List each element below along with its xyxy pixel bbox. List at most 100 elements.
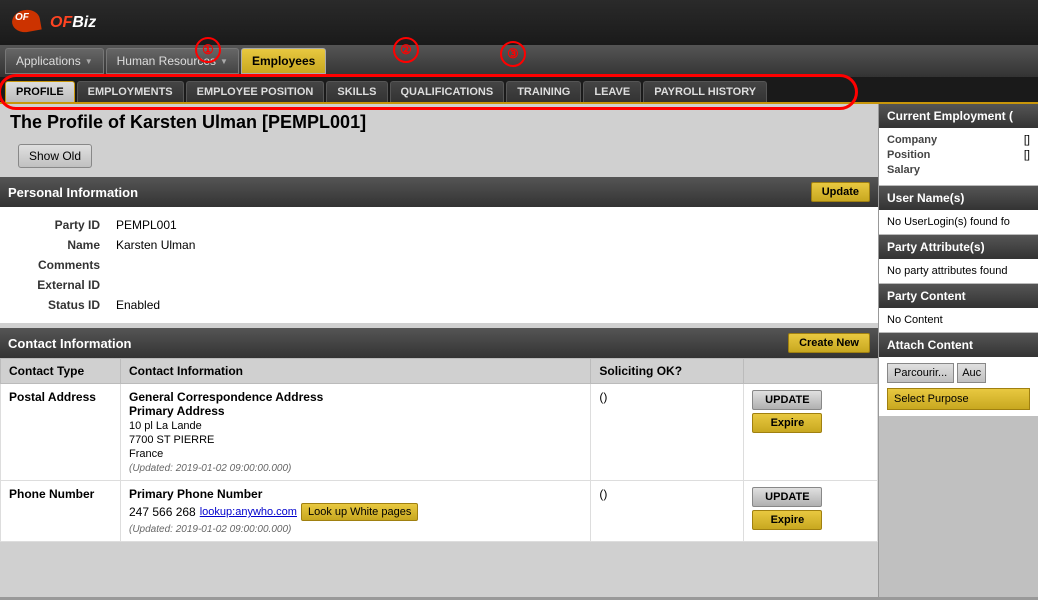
no-content-msg: No Content	[887, 314, 943, 326]
table-row: Comments	[8, 255, 870, 275]
show-old-button[interactable]: Show Old	[18, 144, 92, 168]
personal-info-header: Personal Information Update	[0, 177, 878, 207]
tab-employments[interactable]: EMPLOYMENTS	[77, 81, 184, 102]
status-id-value: Enabled	[108, 295, 870, 315]
party-attr-content: No party attributes found	[879, 259, 1038, 284]
phone-expire-button[interactable]: Expire	[752, 510, 822, 530]
table-row: Phone Number Primary Phone Number 247 56…	[1, 481, 878, 542]
main-area: The Profile of Karsten Ulman [PEMPL001] …	[0, 104, 1038, 597]
postal-expire-button[interactable]: Expire	[752, 413, 822, 433]
tab-qualifications[interactable]: QUALIFICATIONS	[390, 81, 505, 102]
party-id-value: PEMPL001	[108, 215, 870, 235]
position-row: Position []	[887, 149, 1030, 161]
page-title-bar: The Profile of Karsten Ulman [PEMPL001]	[0, 104, 878, 137]
phone-type: Phone Number	[1, 481, 121, 542]
usernames-section: User Name(s) No UserLogin(s) found fo	[879, 186, 1038, 235]
header: OF OFBiz	[0, 0, 1038, 45]
subtabs: PROFILE EMPLOYMENTS EMPLOYEE POSITION SK…	[0, 77, 1038, 104]
name-value: Karsten Ulman	[108, 235, 870, 255]
party-content-section: Party Content No Content	[879, 284, 1038, 333]
right-panel: Current Employment ( Company [] Position…	[878, 104, 1038, 597]
attach-content-area: Parcourir... Auc Select Purpose	[879, 357, 1038, 416]
party-attributes-section: Party Attribute(s) No party attributes f…	[879, 235, 1038, 284]
party-content-content: No Content	[879, 308, 1038, 333]
nav-applications[interactable]: Applications ▼	[5, 48, 104, 74]
phone-number: 247 566 268	[129, 505, 196, 519]
personal-info-table: Party ID PEMPL001 Name Karsten Ulman Com…	[8, 215, 870, 315]
postal-secondary-label: Primary Address	[129, 404, 225, 418]
browse-button[interactable]: Parcourir...	[887, 363, 954, 383]
logo-of: OF	[50, 14, 72, 31]
postal-update-button[interactable]: UPDATE	[752, 390, 822, 410]
position-label: Position	[887, 149, 930, 161]
anywho-link[interactable]: lookup:anywho.com	[200, 506, 297, 518]
attach-content-header: Attach Content	[879, 333, 1038, 357]
company-label: Company	[887, 134, 937, 146]
comments-label: Comments	[8, 255, 108, 275]
navbar: Applications ▼ Human Resources ▼ Employe…	[0, 45, 1038, 77]
nav-employees[interactable]: Employees	[241, 48, 326, 74]
address-line-1: 10 pl La Lande	[129, 420, 202, 432]
party-attr-header: Party Attribute(s)	[879, 235, 1038, 259]
nav-hr-label: Human Resources	[117, 54, 216, 68]
contact-info-section: Contact Information Create New Contact T…	[0, 328, 878, 542]
create-new-button[interactable]: Create New	[788, 333, 870, 353]
nav-employees-label: Employees	[252, 54, 315, 68]
address-line-2: 7700 ST PIERRE	[129, 434, 214, 446]
phone-actions-row: 247 566 268 lookup:anywho.com Look up Wh…	[129, 503, 582, 521]
postal-address-type: Postal Address	[1, 384, 121, 481]
employment-section: Current Employment ( Company [] Position…	[879, 104, 1038, 186]
no-attr-msg: No party attributes found	[887, 265, 1007, 277]
postal-actions: UPDATE Expire	[744, 384, 878, 481]
auc-button[interactable]: Auc	[957, 363, 986, 383]
phone-primary-label: Primary Phone Number	[129, 487, 262, 501]
no-login-msg: No UserLogin(s) found fo	[887, 216, 1010, 228]
col-contact-info: Contact Information	[121, 359, 591, 384]
phone-actions: UPDATE Expire	[744, 481, 878, 542]
external-id-value	[108, 275, 870, 295]
party-content-header: Party Content	[879, 284, 1038, 308]
external-id-label: External ID	[8, 275, 108, 295]
usernames-content: No UserLogin(s) found fo	[879, 210, 1038, 235]
salary-label: Salary	[887, 164, 920, 176]
salary-row: Salary	[887, 164, 1030, 176]
postal-updated: (Updated: 2019-01-02 09:00:00.000)	[129, 463, 291, 474]
postal-address-info: General Correspondence Address Primary A…	[121, 384, 591, 481]
address-line-3: France	[129, 448, 163, 460]
phone-updated: (Updated: 2019-01-02 09:00:00.000)	[129, 524, 291, 535]
tab-profile[interactable]: PROFILE	[5, 81, 75, 102]
attach-input-row: Parcourir... Auc	[887, 363, 1030, 383]
nav-human-resources[interactable]: Human Resources ▼	[106, 48, 239, 74]
employment-header: Current Employment (	[879, 104, 1038, 128]
tab-training[interactable]: TRAINING	[506, 81, 581, 102]
contact-info-header: Contact Information Create New	[0, 328, 878, 358]
tab-employee-position[interactable]: EMPLOYEE POSITION	[186, 81, 325, 102]
tab-skills[interactable]: SKILLS	[326, 81, 387, 102]
company-value: []	[1024, 134, 1030, 146]
status-id-label: Status ID	[8, 295, 108, 315]
select-purpose-button[interactable]: Select Purpose	[887, 388, 1030, 410]
phone-update-button[interactable]: UPDATE	[752, 487, 822, 507]
col-soliciting: Soliciting OK?	[591, 359, 744, 384]
postal-primary-label: General Correspondence Address	[129, 390, 323, 404]
tab-leave[interactable]: LEAVE	[583, 81, 641, 102]
table-row: External ID	[8, 275, 870, 295]
employment-content: Company [] Position [] Salary	[879, 128, 1038, 186]
comments-value	[108, 255, 870, 275]
usernames-header: User Name(s)	[879, 186, 1038, 210]
whitepages-button[interactable]: Look up White pages	[301, 503, 418, 521]
company-row: Company []	[887, 134, 1030, 146]
postal-soliciting: ()	[591, 384, 744, 481]
page-title: The Profile of Karsten Ulman [PEMPL001]	[10, 112, 868, 133]
attach-content-section: Attach Content Parcourir... Auc Select P…	[879, 333, 1038, 416]
personal-info-update-button[interactable]: Update	[811, 182, 870, 202]
personal-info-title: Personal Information	[8, 185, 138, 200]
phone-soliciting: ()	[591, 481, 744, 542]
nav-applications-arrow: ▼	[85, 57, 93, 66]
table-row: Postal Address General Correspondence Ad…	[1, 384, 878, 481]
tab-payroll-history[interactable]: PAYROLL HISTORY	[643, 81, 767, 102]
logo-biz: Biz	[72, 14, 96, 31]
col-actions	[744, 359, 878, 384]
position-value: []	[1024, 149, 1030, 161]
contact-table: Contact Type Contact Information Solicit…	[0, 358, 878, 542]
